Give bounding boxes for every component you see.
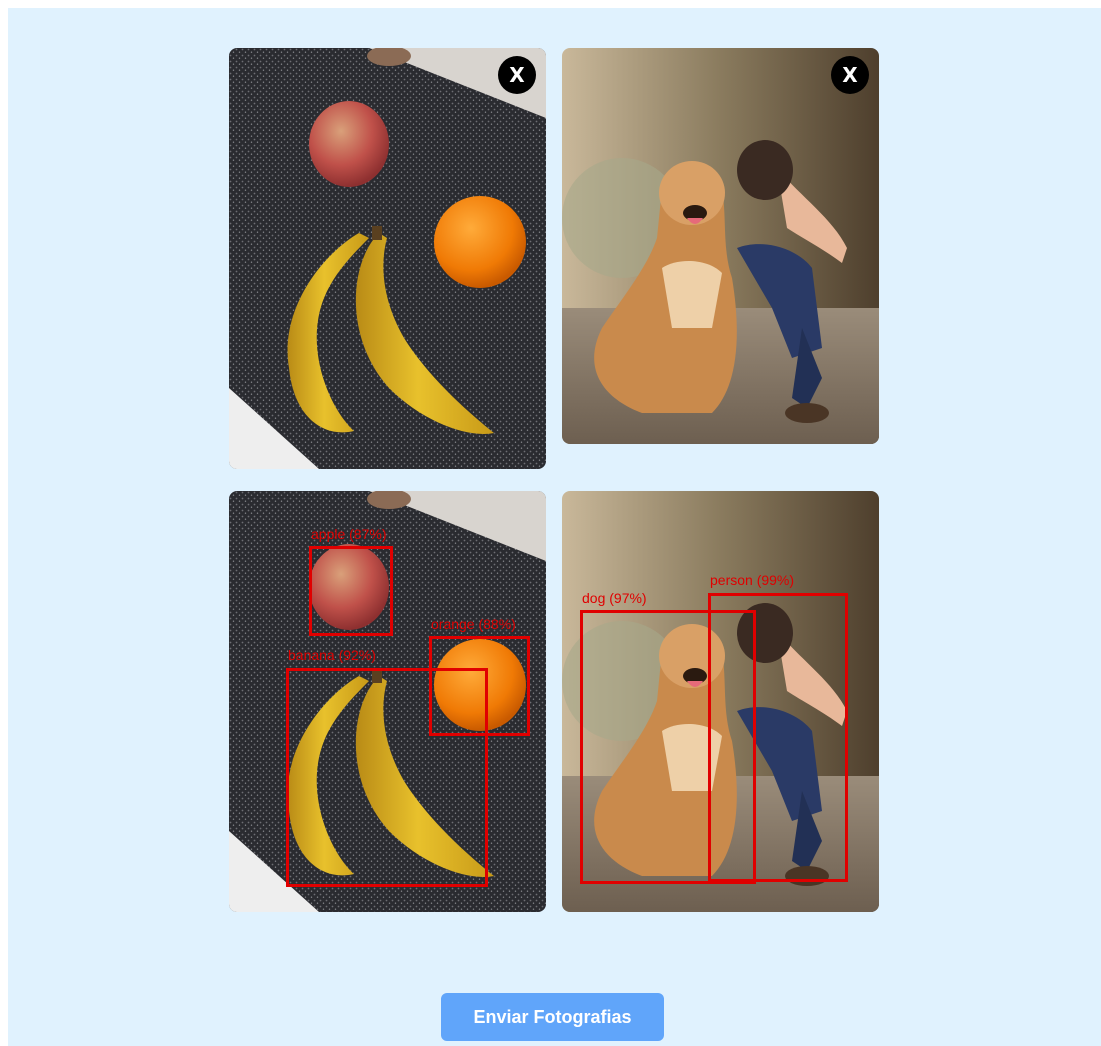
- detection-box-person: [708, 593, 848, 882]
- detection-box-apple: [309, 546, 393, 636]
- detection-label-dog: dog (97%): [582, 590, 647, 606]
- detection-label-apple: apple (87%): [311, 526, 387, 542]
- remove-photo-button[interactable]: X: [831, 56, 869, 94]
- uploaded-fruit-photo: [229, 48, 546, 469]
- remove-photo-button[interactable]: X: [498, 56, 536, 94]
- detection-label-orange: orange (88%): [431, 616, 516, 632]
- detection-label-person: person (99%): [710, 572, 795, 588]
- app-background: [8, 8, 1101, 1046]
- submit-photos-button[interactable]: Enviar Fotografias: [441, 993, 664, 1041]
- uploaded-dog-photo: [562, 48, 879, 444]
- detection-label-banana: banana (92%): [288, 647, 376, 663]
- detection-box-banana: [286, 668, 488, 887]
